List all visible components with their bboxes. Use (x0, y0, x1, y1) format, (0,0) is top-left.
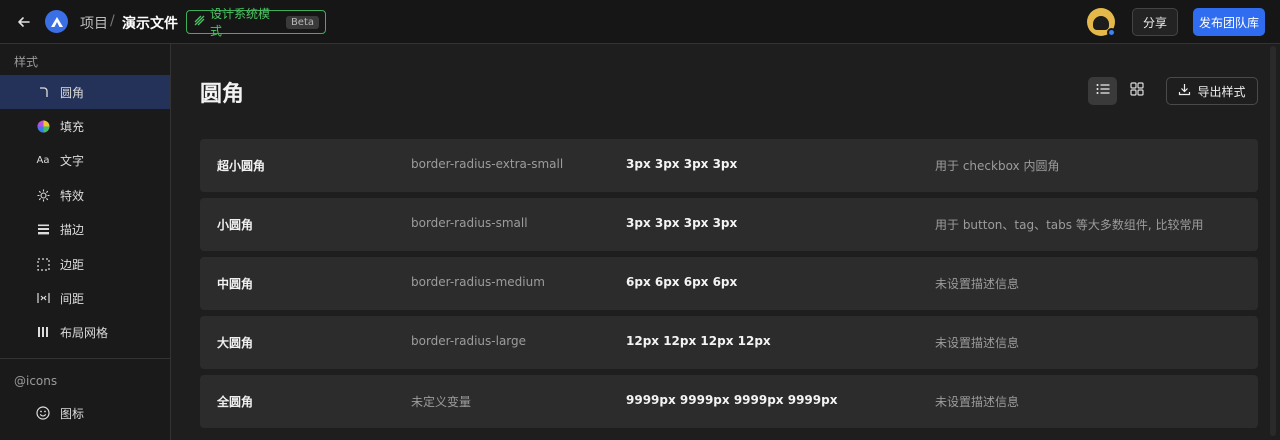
radius-value: 9999px 9999px 9999px 9999px (626, 393, 838, 407)
design-mode-icon (193, 14, 206, 30)
radius-value: 3px 3px 3px 3px (626, 157, 738, 171)
radius-name: 小圆角 (217, 218, 254, 232)
sidebar-item-text[interactable]: Aa 文字 (0, 143, 170, 177)
sidebar-item-label: 边距 (60, 258, 85, 272)
radius-variable: border-radius-large (411, 334, 527, 348)
sidebar-item-corner-radius[interactable]: 圆角 (0, 75, 170, 109)
radius-variable: 未定义变量 (411, 395, 472, 409)
sidebar: 样式 圆角 填充 Aa 文字 特效 描边 边距 间距 布局网格 @icons 图… (0, 44, 171, 440)
avatar[interactable] (1087, 8, 1116, 37)
sidebar-item-label: 布局网格 (60, 326, 109, 340)
corner-radius-icon (36, 85, 50, 99)
design-system-mode-badge[interactable]: 设计系统模式 Beta (186, 7, 326, 38)
sidebar-item-icons[interactable]: 图标 (0, 396, 170, 430)
publish-team-library-button[interactable]: 发布团队库 (1193, 8, 1265, 36)
online-status-dot (1107, 28, 1116, 37)
table-row[interactable]: 中圆角 border-radius-medium 6px 6px 6px 6px… (200, 257, 1258, 310)
export-styles-button[interactable]: 导出样式 (1166, 77, 1258, 105)
sidebar-item-effects[interactable]: 特效 (0, 178, 170, 212)
radius-value: 12px 12px 12px 12px (626, 334, 771, 348)
sidebar-section-icons: @icons (14, 374, 58, 388)
sidebar-item-label: 描边 (60, 223, 85, 237)
grid-icon (1130, 82, 1144, 100)
beta-badge: Beta (285, 15, 319, 29)
table-row[interactable]: 小圆角 border-radius-small 3px 3px 3px 3px … (200, 198, 1258, 251)
layout-grid-icon (36, 325, 50, 339)
radius-name: 中圆角 (217, 277, 254, 291)
list-icon (1096, 83, 1110, 99)
download-icon (1178, 83, 1191, 99)
sidebar-item-label: 图标 (60, 407, 85, 421)
padding-icon (36, 257, 50, 271)
smiley-icon (36, 406, 50, 420)
sidebar-section-styles: 样式 (14, 55, 39, 69)
export-label: 导出样式 (1197, 84, 1246, 99)
page-title: 圆角 (200, 82, 245, 107)
sidebar-item-spacing[interactable]: 间距 (0, 281, 170, 315)
sidebar-item-fill[interactable]: 填充 (0, 109, 170, 143)
grid-view-button[interactable] (1124, 77, 1150, 105)
color-wheel-icon (36, 119, 50, 133)
avatar-image (1093, 16, 1109, 30)
radius-name: 大圆角 (217, 336, 254, 350)
radius-description: 未设置描述信息 (935, 395, 1020, 409)
radius-name: 超小圆角 (217, 159, 266, 173)
radius-description: 用于 button、tag、tabs 等大多数组件, 比较常用 (935, 218, 1204, 232)
breadcrumb-separator: / (110, 13, 115, 29)
sidebar-item-layout-grid[interactable]: 布局网格 (0, 315, 170, 349)
breadcrumb-project[interactable]: 项目 (80, 13, 108, 33)
top-bar: 项目 / 演示文件 设计系统模式 Beta 分享 发布团队库 (0, 0, 1280, 44)
radius-description: 用于 checkbox 内圆角 (935, 159, 1060, 173)
design-mode-label: 设计系统模式 (210, 7, 271, 38)
sidebar-item-label: 填充 (60, 120, 85, 134)
back-arrow-icon[interactable] (14, 12, 34, 32)
radius-variable: border-radius-small (411, 216, 528, 230)
table-row[interactable]: 大圆角 border-radius-large 12px 12px 12px 1… (200, 316, 1258, 369)
sidebar-item-padding[interactable]: 边距 (0, 247, 170, 281)
table-row[interactable]: 全圆角 未定义变量 9999px 9999px 9999px 9999px 未设… (200, 375, 1258, 428)
list-view-button[interactable] (1088, 77, 1117, 105)
scrollbar[interactable] (1270, 46, 1276, 436)
radius-variable: border-radius-medium (411, 275, 545, 289)
radius-description: 未设置描述信息 (935, 336, 1020, 350)
stroke-lines-icon (36, 222, 50, 236)
effects-sun-icon (36, 188, 50, 202)
radius-name: 全圆角 (217, 395, 254, 409)
radius-description: 未设置描述信息 (935, 277, 1020, 291)
sidebar-divider (0, 358, 170, 359)
sidebar-item-label: 圆角 (60, 86, 85, 100)
radius-value: 3px 3px 3px 3px (626, 216, 738, 230)
sidebar-item-label: 间距 (60, 292, 85, 306)
sidebar-item-stroke[interactable]: 描边 (0, 212, 170, 246)
text-icon: Aa (36, 154, 50, 166)
spacing-icon (36, 291, 50, 305)
radius-variable: border-radius-extra-small (411, 157, 564, 171)
sidebar-item-label: 文字 (60, 154, 85, 168)
radius-value: 6px 6px 6px 6px (626, 275, 738, 289)
share-button[interactable]: 分享 (1132, 8, 1178, 36)
breadcrumb-file[interactable]: 演示文件 (122, 13, 178, 33)
sidebar-item-label: 特效 (60, 189, 85, 203)
app-logo-icon[interactable] (45, 10, 68, 33)
table-row[interactable]: 超小圆角 border-radius-extra-small 3px 3px 3… (200, 139, 1258, 192)
